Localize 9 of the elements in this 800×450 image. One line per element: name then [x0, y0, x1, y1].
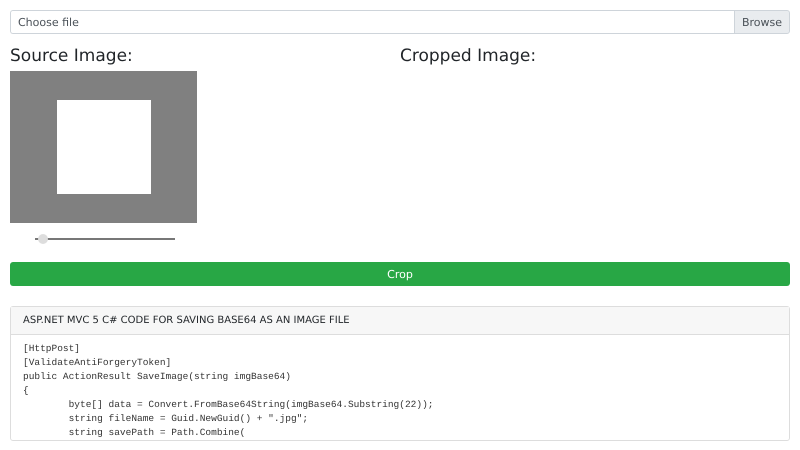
slider-thumb[interactable] [38, 234, 48, 244]
browse-button[interactable]: Browse [734, 10, 790, 34]
code-text: [HttpPost] [ValidateAntiForgeryToken] public ActionResult SaveImage(string imgBase64) { byte[] data = Convert.FromBase64String(imgBase64.Substring(22)); string fileName = Guid.NewGuid() + ".jpg"; string savePath = Path.Combine( [22, 342, 434, 440]
file-input[interactable]: Choose file [10, 10, 734, 34]
zoom-slider[interactable] [35, 234, 175, 244]
card-title: ASP.NET MVC 5 C# CODE FOR SAVING BASE64 AS AN IMAGE FILE [23, 315, 350, 326]
source-image-heading: Source Image: [10, 45, 134, 67]
cropped-image-heading: Cropped Image: [400, 45, 538, 67]
crop-selection-square[interactable] [56, 100, 150, 194]
